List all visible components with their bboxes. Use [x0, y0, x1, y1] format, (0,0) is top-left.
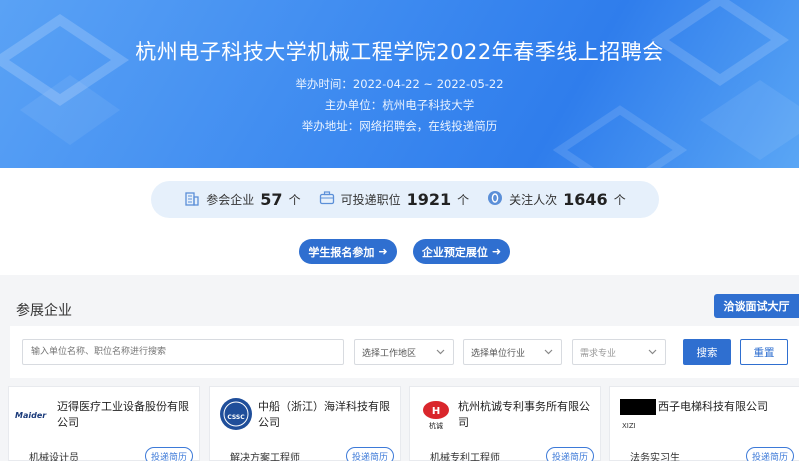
company-card[interactable]: H 杭诚 杭州杭诚专利事务所有限公司 机械专利工程师 投递简历 — [409, 386, 601, 461]
page-title: 杭州电子科技大学机械工程学院2022年春季线上招聘会 — [135, 40, 664, 64]
company-name[interactable]: 西子电梯科技有限公司 — [658, 399, 798, 415]
stat-value: 1921 — [406, 190, 452, 209]
apply-button[interactable]: 投递简历 — [346, 447, 394, 461]
job-title[interactable]: 机械专利工程师 — [430, 449, 500, 461]
svg-text:XIZI: XIZI — [622, 422, 636, 430]
arrow-right-icon: ➜ — [378, 245, 388, 258]
building-icon — [184, 190, 200, 209]
region-select[interactable]: 选择工作地区 — [354, 339, 454, 365]
eye-icon — [487, 190, 503, 209]
section-title: 参展企业 — [16, 303, 72, 319]
major-select-label: 需求专业 — [580, 348, 617, 359]
stat-unit: 个 — [613, 193, 626, 207]
event-time: 举办时间：2022-04-22 ~ 2022-05-22 — [295, 77, 504, 91]
company-name[interactable]: 中船（浙江）海洋科技有限公司 — [258, 399, 398, 431]
stat-label: 关注人次 — [509, 193, 558, 207]
hero-banner: 杭州电子科技大学机械工程学院2022年春季线上招聘会 举办时间：2022-04-… — [0, 0, 799, 168]
company-name[interactable]: 迈得医疗工业设备股份有限公司 — [57, 399, 197, 431]
student-register-label: 学生报名参加 — [308, 245, 375, 259]
briefcase-icon — [319, 190, 335, 209]
company-logo: Maider — [15, 397, 55, 431]
apply-button[interactable]: 投递简历 — [746, 447, 794, 461]
search-input[interactable] — [22, 339, 344, 365]
search-button[interactable]: 搜索 — [683, 339, 731, 365]
svg-text:H: H — [432, 406, 440, 417]
company-card[interactable]: Maider 迈得医疗工业设备股份有限公司 机械设计员 投递简历 — [8, 386, 200, 461]
chevron-down-icon — [436, 348, 445, 358]
company-logo: CSSC — [216, 397, 256, 431]
industry-select[interactable]: 选择单位行业 — [463, 339, 562, 365]
stats-bar: 参会企业 57 个 可投递职位 1921 个 关注人次 1646 个 — [151, 181, 659, 218]
event-location: 举办地址：网络招聘会，在线投递简历 — [301, 119, 498, 133]
apply-button[interactable]: 投递简历 — [145, 447, 193, 461]
job-title[interactable]: 机械设计员 — [29, 449, 79, 461]
company-name[interactable]: 杭州杭诚专利事务所有限公司 — [458, 399, 598, 431]
svg-text:CSSC: CSSC — [227, 414, 245, 421]
stat-followers: 关注人次 1646 个 — [487, 190, 626, 209]
stat-label: 可投递职位 — [340, 193, 401, 207]
company-logo: XIZI — [616, 397, 656, 431]
stat-value: 1646 — [563, 190, 608, 209]
stat-value: 57 — [260, 190, 283, 209]
interview-hall-button[interactable]: 洽谈面试大厅 — [714, 294, 799, 318]
reset-button[interactable]: 重置 — [740, 339, 788, 365]
major-select[interactable]: 需求专业 — [572, 339, 666, 365]
region-select-label: 选择工作地区 — [362, 348, 417, 359]
company-booth-label: 企业预定展位 — [421, 245, 488, 259]
chevron-down-icon — [544, 348, 553, 358]
stat-unit: 个 — [288, 193, 301, 207]
company-booth-button[interactable]: 企业预定展位 ➜ — [413, 239, 510, 264]
company-card[interactable]: CSSC 中船（浙江）海洋科技有限公司 解决方案工程师 投递简历 — [209, 386, 401, 461]
industry-select-label: 选择单位行业 — [471, 348, 526, 359]
stat-positions: 可投递职位 1921 个 — [319, 190, 470, 209]
stat-label: 参会企业 — [206, 193, 255, 207]
company-logo: H 杭诚 — [416, 397, 456, 431]
stat-unit: 个 — [457, 193, 470, 207]
job-title[interactable]: 法务实习生 — [630, 449, 680, 461]
apply-button[interactable]: 投递简历 — [546, 447, 594, 461]
stat-companies: 参会企业 57 个 — [184, 190, 301, 209]
company-card[interactable]: XIZI 西子电梯科技有限公司 法务实习生 投递简历 — [609, 386, 799, 461]
chevron-down-icon — [648, 348, 657, 358]
arrow-right-icon: ➜ — [491, 245, 502, 258]
student-register-button[interactable]: 学生报名参加 ➜ — [299, 239, 397, 264]
svg-text:Maider: Maider — [15, 411, 47, 420]
svg-text:杭诚: 杭诚 — [429, 421, 443, 430]
job-title[interactable]: 解决方案工程师 — [230, 449, 300, 461]
event-organizer: 主办单位：杭州电子科技大学 — [324, 98, 475, 112]
